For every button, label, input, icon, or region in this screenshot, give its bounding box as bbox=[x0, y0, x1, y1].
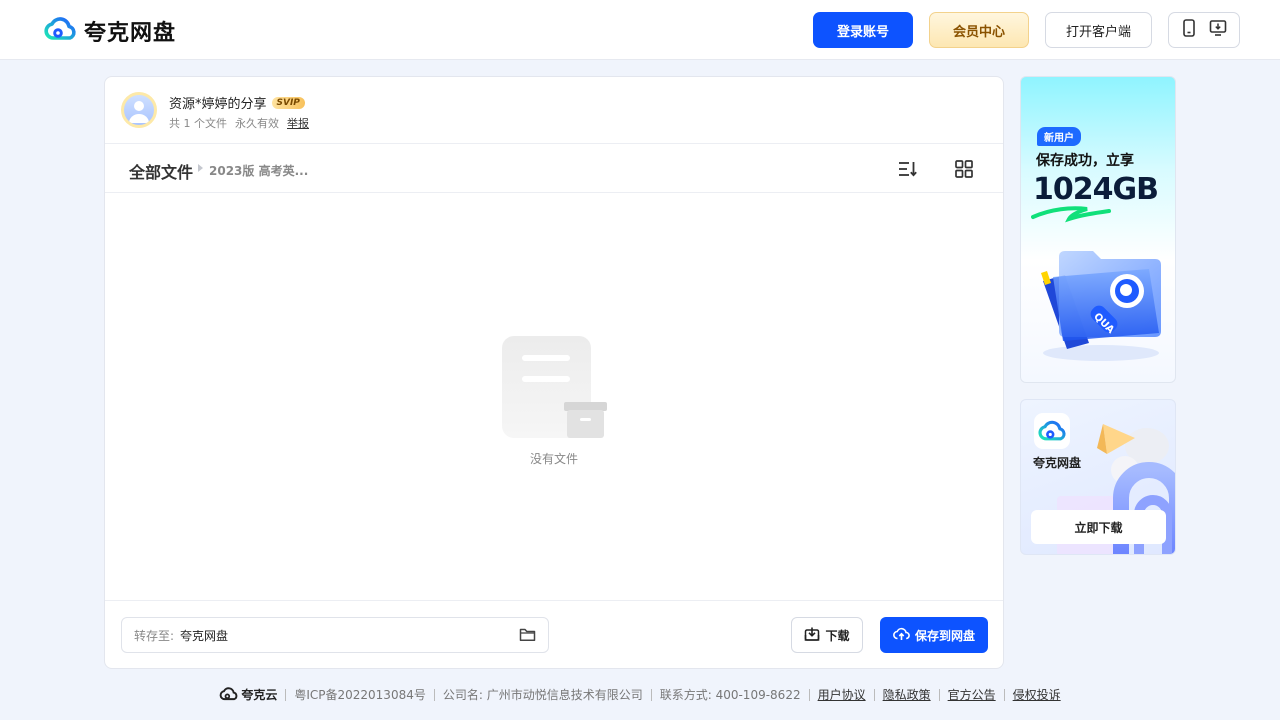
save-to-drive-label: 保存到网盘 bbox=[914, 628, 975, 643]
folder-icon[interactable] bbox=[519, 627, 536, 645]
action-bar: 转存至: 夸克网盘 下载 保存到网盘 bbox=[105, 600, 1003, 668]
save-to-drive-button[interactable]: 保存到网盘 bbox=[880, 617, 988, 653]
footer-brand-text: 夸克云 bbox=[241, 688, 278, 702]
promo-line: 保存成功，立享 bbox=[1036, 153, 1134, 169]
breadcrumb-root[interactable]: 全部文件 bbox=[129, 159, 193, 183]
footer-link-announcement[interactable]: 官方公告 bbox=[938, 689, 1004, 701]
promo-card-new-user[interactable]: 新用户 保存成功，立享 1024GB QUA bbox=[1020, 76, 1176, 383]
logo[interactable]: 夸克网盘 bbox=[44, 14, 176, 48]
footer-icp[interactable]: 粤ICP备2022013084号 bbox=[285, 689, 434, 701]
swoosh-decoration-icon bbox=[1031, 203, 1111, 227]
grid-view-icon[interactable] bbox=[954, 159, 974, 183]
device-buttons bbox=[1168, 12, 1240, 48]
breadcrumb-separator-icon bbox=[198, 164, 203, 172]
footer-link-user-agreement[interactable]: 用户协议 bbox=[808, 689, 874, 701]
svip-badge: SVIP bbox=[271, 96, 305, 109]
new-user-tag: 新用户 bbox=[1037, 127, 1081, 146]
phone-icon[interactable] bbox=[1182, 19, 1196, 41]
download-button[interactable]: 下载 bbox=[791, 617, 863, 653]
file-count: 共 1 个文件 bbox=[169, 117, 227, 130]
footer-link-privacy[interactable]: 隐私政策 bbox=[873, 689, 939, 701]
share-meta: 共 1 个文件 永久有效 举报 bbox=[169, 115, 309, 131]
top-bar: 夸克网盘 登录账号 会员中心 打开客户端 bbox=[0, 0, 1280, 60]
share-header: 资源*婷婷的分享 SVIP 共 1 个文件 永久有效 举报 bbox=[105, 77, 1003, 144]
footer-contact: 联系方式: 400-109-8622 bbox=[650, 689, 809, 701]
download-icon bbox=[804, 626, 820, 645]
promo-card-download-app[interactable]: 夸克网盘 立即下载 bbox=[1020, 399, 1176, 555]
promo-capacity: 1024GB bbox=[1033, 172, 1159, 207]
cloud-upload-icon bbox=[893, 626, 910, 644]
quark-cloud-logo-icon bbox=[44, 14, 76, 48]
save-to-field[interactable]: 转存至: 夸克网盘 bbox=[121, 617, 549, 653]
share-title: 资源*婷婷的分享 SVIP bbox=[169, 93, 305, 112]
footer-company: 公司名: 广州市动悦信息技术有限公司 bbox=[433, 689, 651, 701]
empty-box-icon bbox=[502, 336, 608, 444]
validity: 永久有效 bbox=[235, 117, 279, 130]
quark-app-icon bbox=[1034, 413, 1070, 449]
user-avatar-icon bbox=[121, 92, 157, 128]
footer-brand[interactable]: 夸克云 bbox=[211, 686, 285, 704]
folder-illustration-icon: QUA bbox=[1031, 241, 1171, 371]
breadcrumb: 全部文件 2023版 高考英... bbox=[105, 145, 1003, 193]
breadcrumb-current[interactable]: 2023版 高考英... bbox=[209, 162, 308, 179]
sort-icon[interactable] bbox=[898, 159, 918, 183]
quark-cloud-mono-icon bbox=[219, 686, 238, 704]
open-client-button[interactable]: 打开客户端 bbox=[1045, 12, 1152, 48]
save-to-value: 夸克网盘 bbox=[180, 628, 229, 643]
app-name: 夸克网盘 bbox=[1033, 456, 1082, 470]
logo-text: 夸克网盘 bbox=[84, 21, 177, 46]
login-button[interactable]: 登录账号 bbox=[813, 12, 913, 48]
share-panel: 资源*婷婷的分享 SVIP 共 1 个文件 永久有效 举报 全部文件 2023版… bbox=[104, 76, 1004, 669]
download-label: 下载 bbox=[825, 628, 850, 643]
report-link[interactable]: 举报 bbox=[287, 115, 309, 131]
file-list-empty: 没有文件 bbox=[105, 194, 1003, 600]
empty-message: 没有文件 bbox=[529, 452, 578, 466]
footer-link-infringement[interactable]: 侵权投诉 bbox=[1003, 689, 1069, 701]
share-title-text: 资源*婷婷的分享 bbox=[169, 97, 267, 112]
footer: 夸克云 粤ICP备2022013084号 公司名: 广州市动悦信息技术有限公司 … bbox=[0, 684, 1280, 706]
save-to-label: 转存至: bbox=[134, 628, 175, 643]
download-app-button[interactable]: 立即下载 bbox=[1031, 510, 1166, 544]
monitor-download-icon[interactable] bbox=[1209, 19, 1227, 41]
vip-center-button[interactable]: 会员中心 bbox=[929, 12, 1029, 48]
